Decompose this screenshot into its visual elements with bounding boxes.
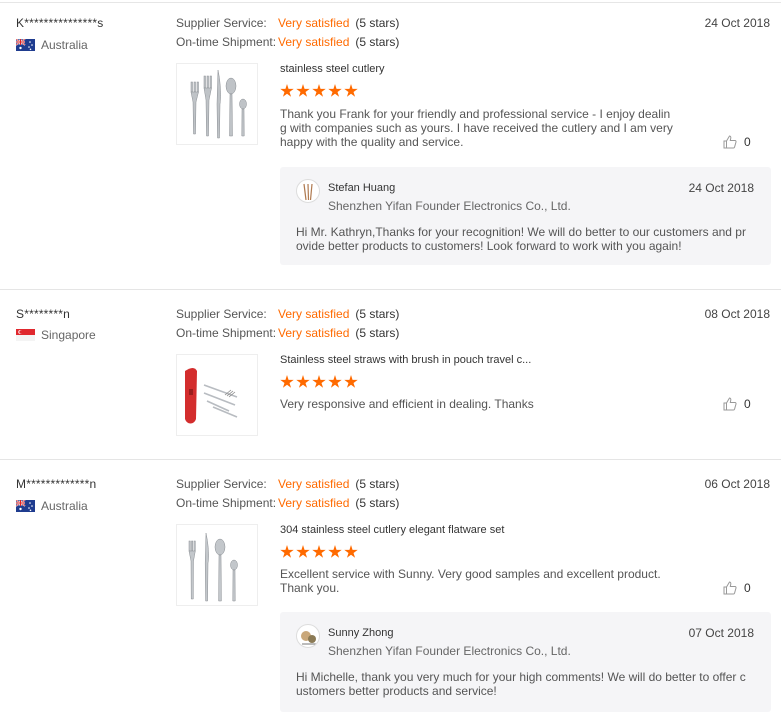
supplier-service-stars: (5 stars): [355, 16, 400, 30]
reply-author: Stefan Huang: [328, 182, 396, 194]
thumbs-up-icon: [723, 581, 737, 595]
buyer-country: Australia: [16, 499, 88, 513]
supplier-service-stars: (5 stars): [355, 477, 400, 491]
star-icon: [328, 545, 342, 558]
straw-pouch-image: [185, 368, 238, 424]
shipment-value: Very satisfied: [278, 496, 350, 510]
product-thumbnail[interactable]: [176, 354, 258, 436]
cutlery-image: [190, 69, 247, 139]
supplier-service-value: Very satisfied: [278, 477, 350, 491]
star-icon: [312, 545, 326, 558]
buyer-country: Australia: [16, 38, 88, 52]
like-count: 0: [744, 397, 751, 411]
reply-company[interactable]: Shenzhen Yifan Founder Electronics Co., …: [328, 644, 571, 658]
buyer-name: S********n: [16, 307, 71, 321]
shipment-rating: On-time Shipment: Very satisfied (5 stars): [176, 35, 399, 49]
shipment-stars: (5 stars): [355, 35, 400, 49]
product-title[interactable]: Stainless steel straws with brush in pou…: [280, 354, 531, 366]
shipment-stars: (5 stars): [355, 326, 400, 340]
country-name: Singapore: [41, 328, 96, 342]
shipment-label: On-time Shipment:: [176, 35, 277, 49]
country-name: Australia: [41, 499, 88, 513]
australia-flag-icon: [16, 500, 35, 512]
star-icon: [280, 545, 294, 558]
star-icon: [328, 84, 342, 97]
buyer-name: K***************s: [16, 16, 104, 30]
star-icon: [280, 84, 294, 97]
review-comment: Excellent service with Sunny. Very good …: [280, 567, 661, 595]
top-divider: [0, 2, 781, 3]
thumbs-up-icon: [723, 135, 737, 149]
like-count: 0: [744, 135, 751, 149]
supplier-service-value: Very satisfied: [278, 307, 350, 321]
supplier-reply: Stefan Huang Shenzhen Yifan Founder Elec…: [280, 167, 771, 265]
like-button[interactable]: 0: [723, 135, 751, 149]
singapore-flag-icon: [16, 329, 35, 341]
shipment-label: On-time Shipment:: [176, 326, 277, 340]
product-title[interactable]: 304 stainless steel cutlery elegant flat…: [280, 524, 504, 536]
product-rating-stars: [280, 375, 358, 389]
reply-date: 07 Oct 2018: [688, 626, 754, 640]
product-title[interactable]: stainless steel cutlery: [280, 63, 385, 75]
supplier-service-value: Very satisfied: [278, 16, 350, 30]
like-button[interactable]: 0: [723, 581, 751, 595]
star-icon: [312, 84, 326, 97]
star-icon: [296, 375, 310, 388]
australia-flag-icon: [16, 39, 35, 51]
star-icon: [344, 84, 358, 97]
buyer-country: Singapore: [16, 328, 96, 342]
like-button[interactable]: 0: [723, 397, 751, 411]
like-count: 0: [744, 581, 751, 595]
star-icon: [344, 375, 358, 388]
supplier-service-stars: (5 stars): [355, 307, 400, 321]
review-date: 08 Oct 2018: [704, 307, 770, 321]
supplier-service-rating: Supplier Service: Very satisfied (5 stars): [176, 477, 399, 491]
shipment-value: Very satisfied: [278, 35, 350, 49]
thumbs-up-icon: [723, 397, 737, 411]
supplier-service-label: Supplier Service:: [176, 16, 267, 30]
product-thumbnail[interactable]: [176, 63, 258, 145]
country-name: Australia: [41, 38, 88, 52]
review-date: 06 Oct 2018: [704, 477, 770, 491]
product-rating-stars: [280, 545, 358, 559]
review-comment: Thank you Frank for your friendly and pr…: [280, 107, 673, 149]
reply-text: Hi Mr. Kathryn,Thanks for your recogniti…: [296, 225, 746, 253]
supplier-service-label: Supplier Service:: [176, 477, 267, 491]
reply-avatar: [296, 179, 320, 203]
shipment-rating: On-time Shipment: Very satisfied (5 stars): [176, 326, 399, 340]
reply-date: 24 Oct 2018: [688, 181, 754, 195]
review-divider: [0, 289, 781, 290]
star-icon: [296, 545, 310, 558]
star-icon: [296, 84, 310, 97]
reply-company[interactable]: Shenzhen Yifan Founder Electronics Co., …: [328, 199, 571, 213]
star-icon: [280, 375, 294, 388]
supplier-service-rating: Supplier Service: Very satisfied (5 stars): [176, 16, 399, 30]
shipment-value: Very satisfied: [278, 326, 350, 340]
reply-avatar: [296, 624, 320, 648]
review-divider: [0, 459, 781, 460]
star-icon: [344, 545, 358, 558]
shipment-label: On-time Shipment:: [176, 496, 277, 510]
reply-text: Hi Michelle, thank you very much for you…: [296, 670, 746, 698]
star-icon: [328, 375, 342, 388]
shipment-rating: On-time Shipment: Very satisfied (5 stars): [176, 496, 399, 510]
buyer-name: M*************n: [16, 477, 97, 491]
review-comment: Very responsive and efficient in dealing…: [280, 397, 534, 411]
flatware-set-image: [188, 532, 238, 602]
product-thumbnail[interactable]: [176, 524, 258, 606]
star-icon: [312, 375, 326, 388]
supplier-service-label: Supplier Service:: [176, 307, 267, 321]
supplier-reply: Sunny Zhong Shenzhen Yifan Founder Elect…: [280, 612, 771, 712]
supplier-service-rating: Supplier Service: Very satisfied (5 stars): [176, 307, 399, 321]
shipment-stars: (5 stars): [355, 496, 400, 510]
review-date: 24 Oct 2018: [704, 16, 770, 30]
product-rating-stars: [280, 84, 358, 98]
reply-author: Sunny Zhong: [328, 627, 394, 639]
